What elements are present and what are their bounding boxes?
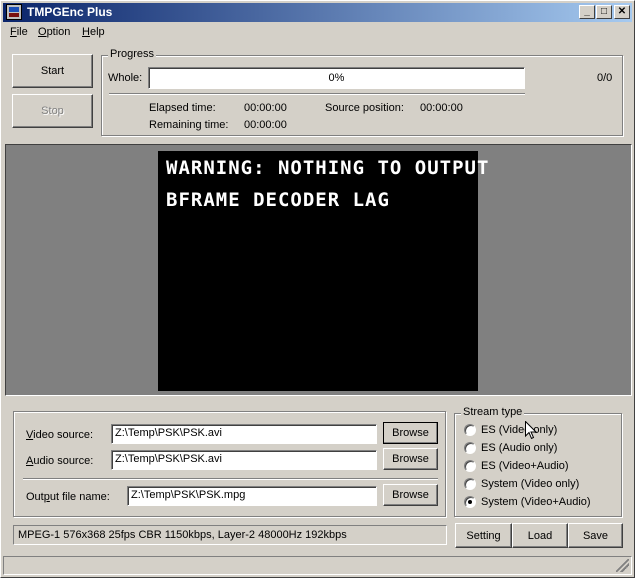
preview-area: WARNING: NOTHING TO OUTPUT BFRAME DECODE… [5,144,632,396]
title-bar[interactable]: TMPGEnc Plus _ □ ✕ [3,3,632,22]
stream-radio[interactable] [464,460,476,472]
status-text: MPEG-1 576x368 25fps CBR 1150kbps, Layer… [18,529,347,541]
menu-option[interactable]: Option [38,26,70,38]
progress-divider [109,93,525,95]
stream-option-label: System (Video only) [481,478,580,490]
stream-type-label: Stream type [461,406,525,418]
sources-divider [23,478,438,480]
video-source-input[interactable]: Z:\Temp\PSK\PSK.avi [111,424,377,444]
stream-radio[interactable] [464,478,476,490]
stream-option-label: ES (Video only) [481,424,558,436]
status-bar: MPEG-1 576x368 25fps CBR 1150kbps, Layer… [13,525,447,545]
stop-button[interactable]: Stop [12,94,93,128]
audio-source-input[interactable]: Z:\Temp\PSK\PSK.avi [111,450,377,470]
elapsed-time-label: Elapsed time: [149,102,216,114]
progress-group-label: Progress [108,48,157,60]
preview-line-1: WARNING: NOTHING TO OUTPUT [166,157,490,179]
window-status-strip [3,556,632,575]
window-title: TMPGEnc Plus [27,5,113,19]
close-button[interactable]: ✕ [614,5,630,19]
source-position-label: Source position: [325,102,404,114]
tmpgenc-app-icon[interactable] [6,4,22,20]
menu-bar: File Option Help [3,23,632,42]
start-button[interactable]: Start [12,54,93,88]
audio-browse-button[interactable]: Browse [383,448,438,470]
save-button[interactable]: Save [568,523,623,548]
remaining-time-label: Remaining time: [149,119,229,131]
stream-radio[interactable] [464,442,476,454]
setting-button[interactable]: Setting [455,523,512,548]
video-source-label: Video source: [26,429,94,441]
video-source-value: Z:\Temp\PSK\PSK.avi [115,427,222,439]
video-preview: WARNING: NOTHING TO OUTPUT BFRAME DECODE… [158,151,488,391]
load-button[interactable]: Load [512,523,568,548]
output-file-label: Output file name: [26,491,110,503]
source-position-value: 00:00:00 [420,102,463,114]
stream-option-label: ES (Video+Audio) [481,460,569,472]
stream-option-label: ES (Audio only) [481,442,558,454]
progress-percent: 0% [328,72,345,84]
stream-radio-selected[interactable] [464,496,476,508]
whole-label: Whole: [108,72,143,84]
preview-line-2: BFRAME DECODER LAG [166,189,390,211]
audio-source-value: Z:\Temp\PSK\PSK.avi [115,453,222,465]
stream-radio[interactable] [464,424,476,436]
output-file-input[interactable]: Z:\Temp\PSK\PSK.mpg [127,486,377,506]
video-browse-button[interactable]: Browse [383,422,438,444]
elapsed-time-value: 00:00:00 [244,102,287,114]
audio-source-label: Audio source: [26,455,94,467]
minimize-button[interactable]: _ [579,5,595,19]
stream-option-label: System (Video+Audio) [481,496,591,508]
mouse-pointer-icon [525,421,537,440]
progress-count: 0/0 [597,72,613,84]
resize-grip-icon[interactable] [616,559,629,572]
remaining-time-value: 00:00:00 [244,119,287,131]
menu-help[interactable]: Help [82,26,105,38]
main-window: TMPGEnc Plus _ □ ✕ File Option Help Star… [0,0,635,578]
menu-file[interactable]: File [10,26,28,38]
maximize-button[interactable]: □ [596,5,612,19]
output-browse-button[interactable]: Browse [383,484,438,506]
output-file-value: Z:\Temp\PSK\PSK.mpg [131,489,246,501]
whole-progress-bar: 0% [148,67,525,89]
